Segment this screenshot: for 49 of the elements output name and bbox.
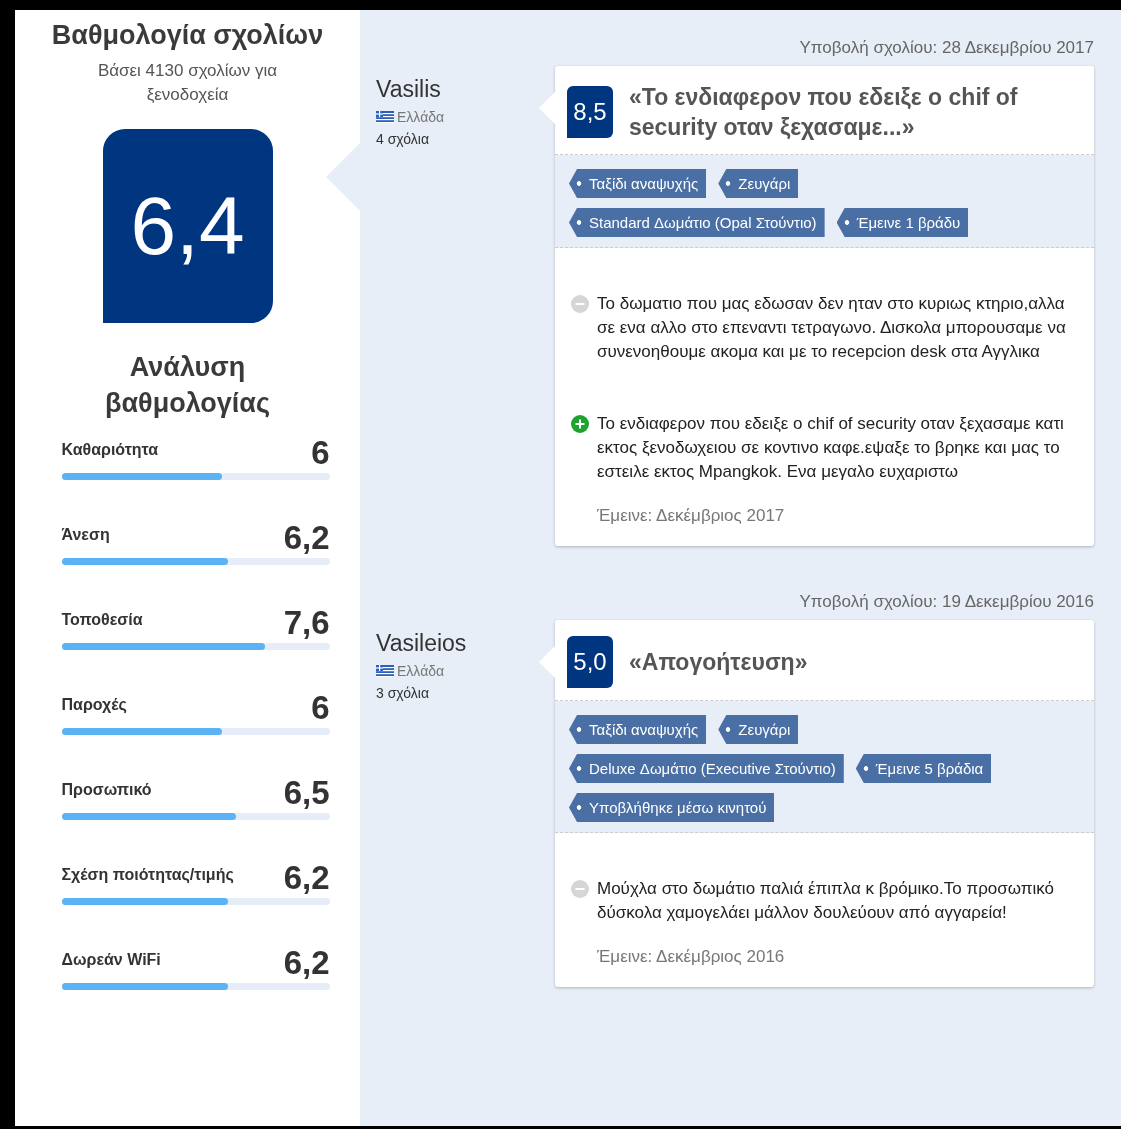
review-tag: Ζευγάρι	[718, 715, 799, 744]
minus-icon	[571, 880, 589, 898]
breakdown-title: Ανάλυση βαθμολογίας	[104, 351, 271, 420]
review-comment: Το δωματιο που μας εδωσαν δεν ηταν στο κυριως κτηριο,αλλα σε ενα αλλο στο επεναντι τετραγωνο. Δισκολα μπορουσαμε να συνενοηθουμε ακομα και με το recepcion desk στα Αγγλικα	[597, 293, 1067, 363]
flag-icon	[376, 111, 394, 123]
review-title: «Το ενδιαφερον που εδειξε ο chif of security οταν ξεχασαμε...»	[629, 83, 1019, 142]
review-tag: Standard Δωμάτιο (Opal Στούντιο)	[569, 208, 825, 237]
category-score: 7,6	[283, 605, 330, 641]
review-tag: Ταξίδι αναψυχής	[569, 169, 707, 198]
reviewer-country: Ελλάδα	[397, 109, 445, 125]
review-tag: Έμεινε 5 βράδια	[855, 754, 992, 783]
review-tag: Ζευγάρι	[718, 169, 799, 198]
review-title: «Απογοήτευση»	[629, 648, 808, 677]
submission-date: Υποβολή σχολίου: 28 Δεκεμβρίου 2017	[799, 38, 1094, 58]
category-label: Τοποθεσία	[61, 611, 143, 630]
category-score: 6,5	[283, 775, 330, 811]
category-label: Σχέση ποιότητας/τιμής	[61, 866, 234, 885]
minus-icon	[571, 295, 589, 313]
category-label: Παροχές	[61, 696, 127, 715]
reviewer-name: Vasilis	[376, 76, 442, 103]
flag-icon	[376, 665, 394, 677]
category-score: 6	[311, 690, 330, 726]
review-score: 5,0	[567, 636, 613, 688]
category-score: 6,2	[283, 520, 330, 556]
panel-title: Βαθμολογία σχολίων	[51, 20, 324, 51]
reviewer-country: Ελλάδα	[397, 663, 445, 679]
review-basis: Βάσει 4130 σχολίων για ξενοδοχεία	[96, 60, 279, 106]
category-score: 6	[311, 435, 330, 471]
review-tag: Deluxe Δωμάτιο (Executive Στούντιο)	[569, 754, 844, 783]
review-count: 3 σχόλια	[376, 685, 430, 701]
review-tag: Έμεινε 1 βράδυ	[836, 208, 969, 237]
category-label: Καθαριότητα	[61, 441, 159, 460]
review-tag: Ταξίδι αναψυχής	[569, 715, 707, 744]
reviewer-name: Vasileios	[376, 630, 468, 657]
submission-date: Υποβολή σχολίου: 19 Δεκεμβρίου 2016	[799, 592, 1094, 612]
stay-date: Έμεινε: Δεκέμβριος 2016	[597, 947, 786, 967]
category-score: 6,2	[283, 860, 330, 896]
review-score: 8,5	[567, 86, 613, 138]
stay-date: Έμεινε: Δεκέμβριος 2017	[597, 506, 786, 526]
category-label: Προσωπικό	[61, 781, 152, 800]
plus-icon	[571, 415, 589, 433]
review-comment: Μούχλα στο δωμάτιο παλιά έπιπλα κ βρόμικο.Το προσωπικό δύσκολα χαμογελάει μάλλον δουλεύουν από αγγαρεία!	[597, 878, 1056, 924]
category-label: Δωρεάν WiFi	[61, 951, 161, 970]
review-comment: Το ενδιαφερον που εδειξε ο chif of security οταν ξεχασαμε κατι εκτος ξενοδωχειου σε κοντινο καφε.εψαξε το βρηκε και μας το εστειλε εκτος Mpangkok. Ενα μεγαλο ευχαριστω	[597, 413, 1065, 483]
review-tag: Υποβλήθηκε μέσω κινητού	[569, 793, 775, 822]
category-label: Άνεση	[61, 526, 110, 545]
review-count: 4 σχόλια	[376, 131, 430, 147]
overall-score: 6,4	[102, 129, 273, 323]
category-score: 6,2	[283, 945, 330, 981]
